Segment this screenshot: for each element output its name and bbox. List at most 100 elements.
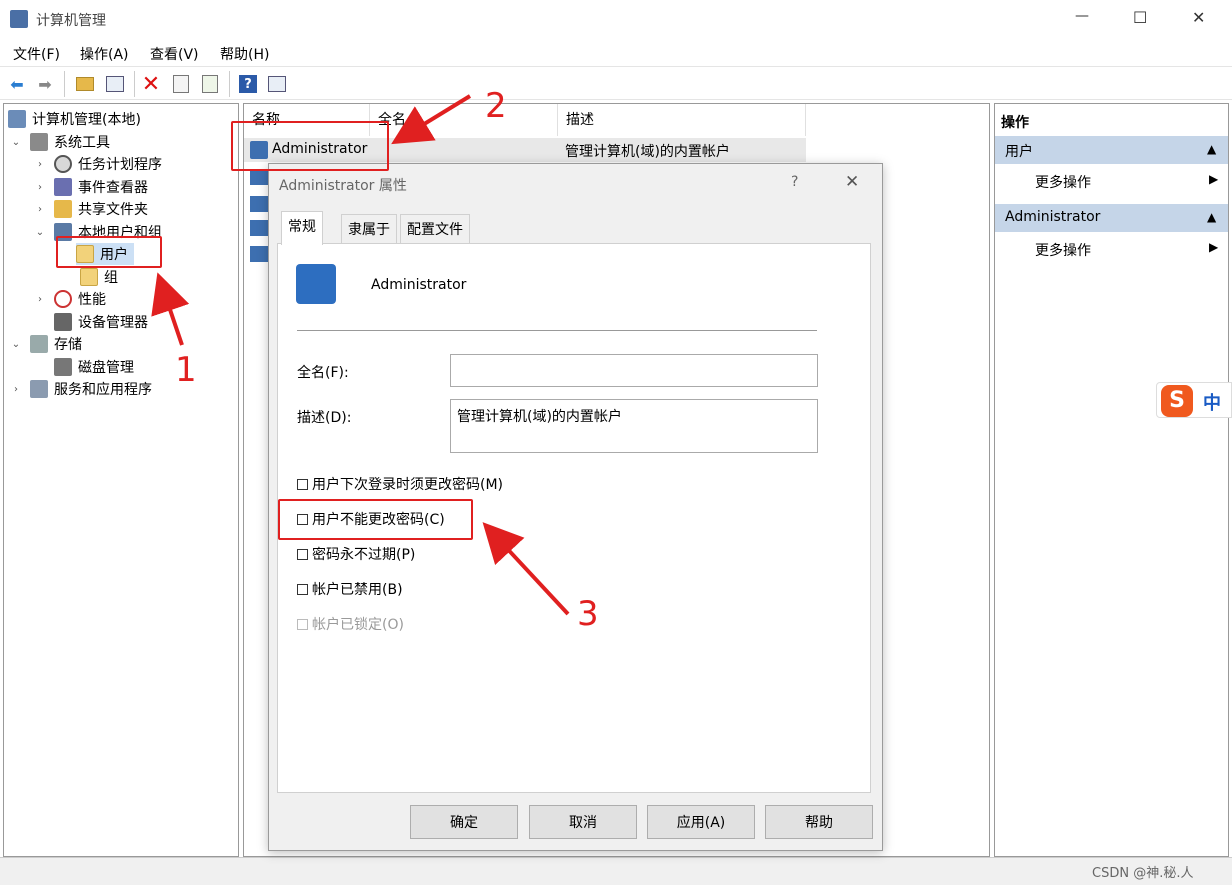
tree-device-manager[interactable]: 设备管理器: [34, 311, 148, 333]
checkbox-label: 帐户已禁用(B): [312, 582, 403, 598]
close-button[interactable]: ✕: [1192, 8, 1205, 27]
dialog-close-button[interactable]: ✕: [845, 172, 859, 192]
tree-task-scheduler[interactable]: › 任务计划程序: [34, 153, 162, 175]
actions-section-users[interactable]: 用户 ▲: [995, 136, 1228, 164]
fullname-label: 全名(F):: [297, 365, 349, 381]
show-hide-tree-icon[interactable]: [104, 73, 126, 95]
maximize-button[interactable]: ☐: [1133, 8, 1147, 27]
chevron-right-icon[interactable]: ›: [34, 204, 46, 215]
chevron-right-icon: ▶: [1209, 172, 1219, 186]
tools-icon: [30, 133, 48, 151]
forward-arrow-icon[interactable]: ➡: [34, 73, 56, 95]
actions-section-administrator[interactable]: Administrator ▲: [995, 204, 1228, 232]
toolbar: ⬅ ➡ ✕ ?: [0, 66, 1232, 100]
divider: [297, 330, 817, 331]
tree-storage[interactable]: ⌄ 存储: [10, 333, 82, 355]
tree-label: 存储: [54, 337, 82, 353]
action-pane-icon[interactable]: [266, 73, 288, 95]
console-tree: 计算机管理(本地) ⌄ 系统工具 › 任务计划程序 › 事件查看器 › 共享文件…: [3, 103, 239, 857]
toolbar-separator: [134, 71, 135, 97]
column-header-fullname[interactable]: 全名: [370, 104, 558, 136]
storage-icon: [30, 335, 48, 353]
annotation-number-1: 1: [175, 350, 197, 390]
must-change-password-checkbox[interactable]: 用户下次登录时须更改密码(M): [297, 473, 503, 495]
tree-disk-management[interactable]: 磁盘管理: [34, 356, 134, 378]
tab-member-of[interactable]: 隶属于: [341, 214, 397, 244]
chevron-down-icon[interactable]: ⌄: [10, 339, 22, 350]
event-viewer-icon: [54, 178, 72, 196]
tab-general[interactable]: 常规: [281, 211, 323, 245]
checkbox-box: [297, 618, 308, 630]
services-icon: [30, 380, 48, 398]
section-label: Administrator: [1005, 209, 1101, 225]
more-actions-users[interactable]: 更多操作 ▶: [995, 168, 1228, 194]
help-icon[interactable]: ?: [237, 73, 259, 95]
up-folder-icon[interactable]: [74, 73, 96, 95]
checkbox-box[interactable]: [297, 478, 308, 490]
annotation-number-3: 3: [577, 594, 599, 634]
tree-system-tools[interactable]: ⌄ 系统工具: [10, 131, 110, 153]
row-description: 管理计算机(域)的内置帐户: [565, 144, 730, 160]
menu-bar: 文件(F) 操作(A) 查看(V) 帮助(H): [0, 38, 1232, 66]
menu-view[interactable]: 查看(V): [150, 44, 199, 64]
tree-groups[interactable]: 组: [80, 266, 118, 288]
delete-icon[interactable]: ✕: [140, 72, 162, 97]
table-row[interactable]: [250, 246, 268, 262]
properties-icon[interactable]: [170, 73, 192, 95]
disk-icon: [54, 358, 72, 376]
tree-label: 性能: [78, 292, 106, 308]
tree-label: 计算机管理(本地): [32, 112, 141, 128]
back-arrow-icon[interactable]: ⬅: [6, 73, 28, 95]
dialog-help-button[interactable]: ?: [791, 174, 798, 190]
menu-help[interactable]: 帮助(H): [220, 44, 269, 64]
chevron-right-icon[interactable]: ›: [34, 159, 46, 170]
highlight-users-node: [56, 236, 162, 268]
cancel-button[interactable]: 取消: [529, 805, 637, 839]
toolbar-separator: [229, 71, 230, 97]
menu-action[interactable]: 操作(A): [80, 44, 129, 64]
description-field[interactable]: 管理计算机(域)的内置帐户: [450, 399, 818, 453]
export-list-icon[interactable]: [199, 73, 221, 95]
chevron-right-icon[interactable]: ›: [34, 294, 46, 305]
tree-label: 任务计划程序: [78, 157, 162, 173]
actions-header: 操作: [1001, 115, 1029, 131]
tree-label: 事件查看器: [78, 180, 148, 196]
chevron-right-icon[interactable]: ›: [34, 182, 46, 193]
computer-icon: [8, 110, 26, 128]
table-row[interactable]: [250, 196, 268, 212]
tree-root[interactable]: 计算机管理(本地): [8, 108, 141, 130]
user-large-icon: [296, 264, 336, 304]
fullname-field[interactable]: [450, 354, 818, 387]
watermark: CSDN @神.秘.人: [1092, 866, 1194, 881]
tree-label: 共享文件夹: [78, 202, 148, 218]
tree-performance[interactable]: › 性能: [34, 288, 106, 310]
account-disabled-checkbox[interactable]: 帐户已禁用(B): [297, 578, 403, 600]
table-row[interactable]: [250, 169, 268, 185]
checkbox-box[interactable]: [297, 583, 308, 595]
window-title: 计算机管理: [36, 13, 106, 29]
collapse-icon[interactable]: ▲: [1207, 210, 1216, 224]
chevron-down-icon[interactable]: ⌄: [10, 137, 22, 148]
tab-profile[interactable]: 配置文件: [400, 214, 470, 244]
tree-shared-folders[interactable]: › 共享文件夹: [34, 198, 148, 220]
checkbox-box[interactable]: [297, 548, 308, 560]
checkbox-label: 帐户已锁定(O): [312, 617, 404, 633]
table-row[interactable]: [250, 220, 268, 236]
description-label: 描述(D):: [297, 410, 352, 426]
action-label: 更多操作: [1035, 175, 1091, 191]
tree-event-viewer[interactable]: › 事件查看器: [34, 176, 148, 198]
tree-services-apps[interactable]: › 服务和应用程序: [10, 378, 152, 400]
ok-button[interactable]: 确定: [410, 805, 518, 839]
chevron-right-icon[interactable]: ›: [10, 384, 22, 395]
chevron-down-icon[interactable]: ⌄: [34, 227, 46, 238]
ime-indicator[interactable]: S 中: [1156, 382, 1232, 418]
minimize-button[interactable]: —: [1075, 8, 1089, 24]
password-never-expires-checkbox[interactable]: 密码永不过期(P): [297, 543, 415, 565]
collapse-icon[interactable]: ▲: [1207, 142, 1216, 156]
annotation-number-2: 2: [485, 86, 507, 126]
apply-button[interactable]: 应用(A): [647, 805, 755, 839]
menu-file[interactable]: 文件(F): [13, 44, 60, 64]
help-button[interactable]: 帮助: [765, 805, 873, 839]
more-actions-administrator[interactable]: 更多操作 ▶: [995, 236, 1228, 262]
column-header-description[interactable]: 描述: [558, 104, 806, 136]
